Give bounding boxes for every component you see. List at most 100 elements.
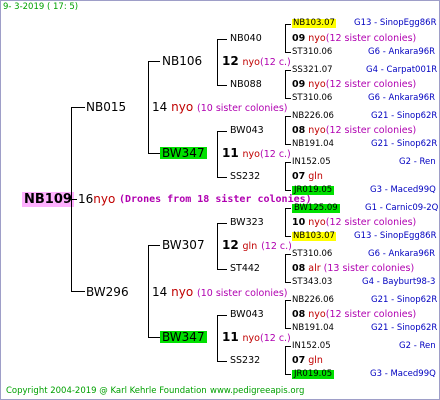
- gen4-queen[interactable]: IN152.05: [292, 158, 331, 167]
- tree-line: [71, 107, 85, 108]
- gen3-origin-line: 08 nyo(12 sister colonies): [292, 126, 416, 136]
- tree-line: [285, 346, 291, 347]
- tree-line: [285, 208, 286, 236]
- gen4-region: G21 - Sinop62R: [371, 139, 438, 149]
- gen3-queen[interactable]: SS232: [230, 356, 260, 366]
- gen1-top[interactable]: NB015: [86, 101, 126, 113]
- gen3-queen[interactable]: BW043: [230, 126, 264, 136]
- gen1-bottom-gen: 14 nyo (10 sister colonies): [152, 286, 288, 299]
- gen-num: 14: [152, 100, 168, 114]
- gen4-queen[interactable]: NB191.04: [292, 324, 334, 333]
- tree-line: [148, 245, 160, 246]
- origin: nyo: [242, 333, 260, 344]
- gen2-a[interactable]: NB106: [162, 55, 202, 67]
- tree-line: [285, 24, 286, 52]
- root-gen: 16nyo: [78, 193, 115, 205]
- gen4-queen[interactable]: BW125.09: [292, 204, 340, 213]
- gen2-a-gen: 12 nyo(12 c.): [222, 55, 291, 68]
- gen3-queen[interactable]: BW043: [230, 310, 264, 320]
- gen4-queen[interactable]: SS321.07: [292, 66, 333, 75]
- gen-num: 12: [222, 54, 239, 68]
- gen4-region: G4 - Bayburt98-3: [362, 277, 436, 287]
- origin: nyo: [242, 149, 260, 160]
- root-drones: (Drones from 18 sister colonies): [119, 194, 312, 205]
- origin: alr: [308, 263, 321, 274]
- gen-num: 10: [292, 217, 306, 228]
- gen4-region: G21 - Sinop62R: [371, 323, 438, 333]
- tree-line: [71, 291, 85, 292]
- tree-line: [285, 98, 291, 99]
- gen-num: 09: [292, 79, 306, 90]
- sister-colonies: (10 sister colonies): [197, 288, 288, 299]
- tree-line: [217, 177, 227, 178]
- sister-colonies: (12 c.): [260, 149, 291, 160]
- gen4-queen[interactable]: NB103.07: [292, 232, 336, 241]
- gen3-queen[interactable]: SS232: [230, 172, 260, 182]
- gen-num: 08: [292, 309, 306, 320]
- tree-line: [217, 131, 227, 132]
- gen2-d[interactable]: BW347: [160, 331, 207, 343]
- gen4-queen[interactable]: NB191.04: [292, 140, 334, 149]
- gen4-queen[interactable]: ST310.06: [292, 250, 332, 259]
- gen4-region: G3 - Maced99Q: [370, 369, 436, 379]
- sister-colonies: (10 sister colonies): [197, 103, 288, 114]
- gen4-region: G1 - Carnic09-2Q: [365, 203, 439, 213]
- gen4-queen[interactable]: ST343.03: [292, 278, 332, 287]
- origin: nyo: [308, 309, 326, 320]
- tree-line: [285, 208, 291, 209]
- gen4-region: G21 - Sinop62R: [371, 111, 438, 121]
- tree-line: [217, 223, 218, 269]
- gen-num: 07: [292, 355, 306, 366]
- gen3-origin-line: 08 nyo(12 sister colonies): [292, 310, 416, 320]
- gen4-queen[interactable]: IN152.05: [292, 342, 331, 351]
- website-link[interactable]: www.pedigreeapis.org: [210, 387, 304, 396]
- gen3-origin-line: 09 nyo(12 sister colonies): [292, 80, 416, 90]
- gen3-queen[interactable]: NB088: [230, 80, 262, 90]
- tree-line: [148, 337, 160, 338]
- gen4-queen[interactable]: NB103.07: [292, 19, 336, 28]
- tree-line: [285, 24, 291, 25]
- gen3-queen[interactable]: NB040: [230, 34, 262, 44]
- gen2-b[interactable]: BW347: [160, 147, 207, 159]
- tree-line: [285, 144, 291, 145]
- tree-line: [285, 374, 291, 375]
- origin: nyo: [308, 79, 326, 90]
- sister-colonies: (12 sister colonies): [325, 309, 417, 320]
- gen4-queen[interactable]: NB226.06: [292, 296, 334, 305]
- gen-num: 08: [292, 263, 306, 274]
- gen4-queen[interactable]: ST310.06: [292, 48, 332, 57]
- gen4-queen[interactable]: NB226.06: [292, 112, 334, 121]
- tree-line: [285, 190, 291, 191]
- tree-line: [217, 361, 227, 362]
- sister-colonies: (12 sister colonies): [325, 79, 417, 90]
- tree-line: [148, 245, 149, 337]
- tree-line: [148, 153, 160, 154]
- tree-line: [285, 52, 291, 53]
- tree-line: [217, 131, 218, 177]
- sister-colonies: (12 c.): [260, 57, 291, 68]
- gen3-queen[interactable]: ST442: [230, 264, 260, 274]
- sister-colonies: (12 c.): [261, 241, 292, 252]
- root-queen[interactable]: NB109: [22, 192, 74, 207]
- gen4-queen[interactable]: JR019.05: [292, 186, 335, 195]
- gen2-b-gen: 11 nyo(12 c.): [222, 147, 291, 160]
- gen-num: 11: [222, 330, 239, 344]
- origin: nyo: [308, 33, 326, 44]
- tree-line: [148, 61, 160, 62]
- tree-line: [285, 300, 291, 301]
- gen1-top-gen: 14 nyo (10 sister colonies): [152, 101, 288, 114]
- gen4-queen[interactable]: JR019.05: [292, 370, 335, 379]
- tree-line: [148, 61, 149, 153]
- sister-colonies: (12 sister colonies): [325, 217, 417, 228]
- origin: nyo: [171, 100, 194, 114]
- gen3-origin-line: 08 alr (13 sister colonies): [292, 264, 414, 274]
- origin: gln: [308, 171, 323, 182]
- gen3-queen[interactable]: BW323: [230, 218, 264, 228]
- gen1-bottom[interactable]: BW296: [86, 286, 129, 298]
- gen2-c[interactable]: BW307: [162, 239, 205, 251]
- tree-line: [285, 162, 291, 163]
- gen4-queen[interactable]: ST310.06: [292, 94, 332, 103]
- origin: gln: [308, 355, 323, 366]
- gen3-origin-line: 07 gln: [292, 356, 323, 366]
- gen-num: 11: [222, 146, 239, 160]
